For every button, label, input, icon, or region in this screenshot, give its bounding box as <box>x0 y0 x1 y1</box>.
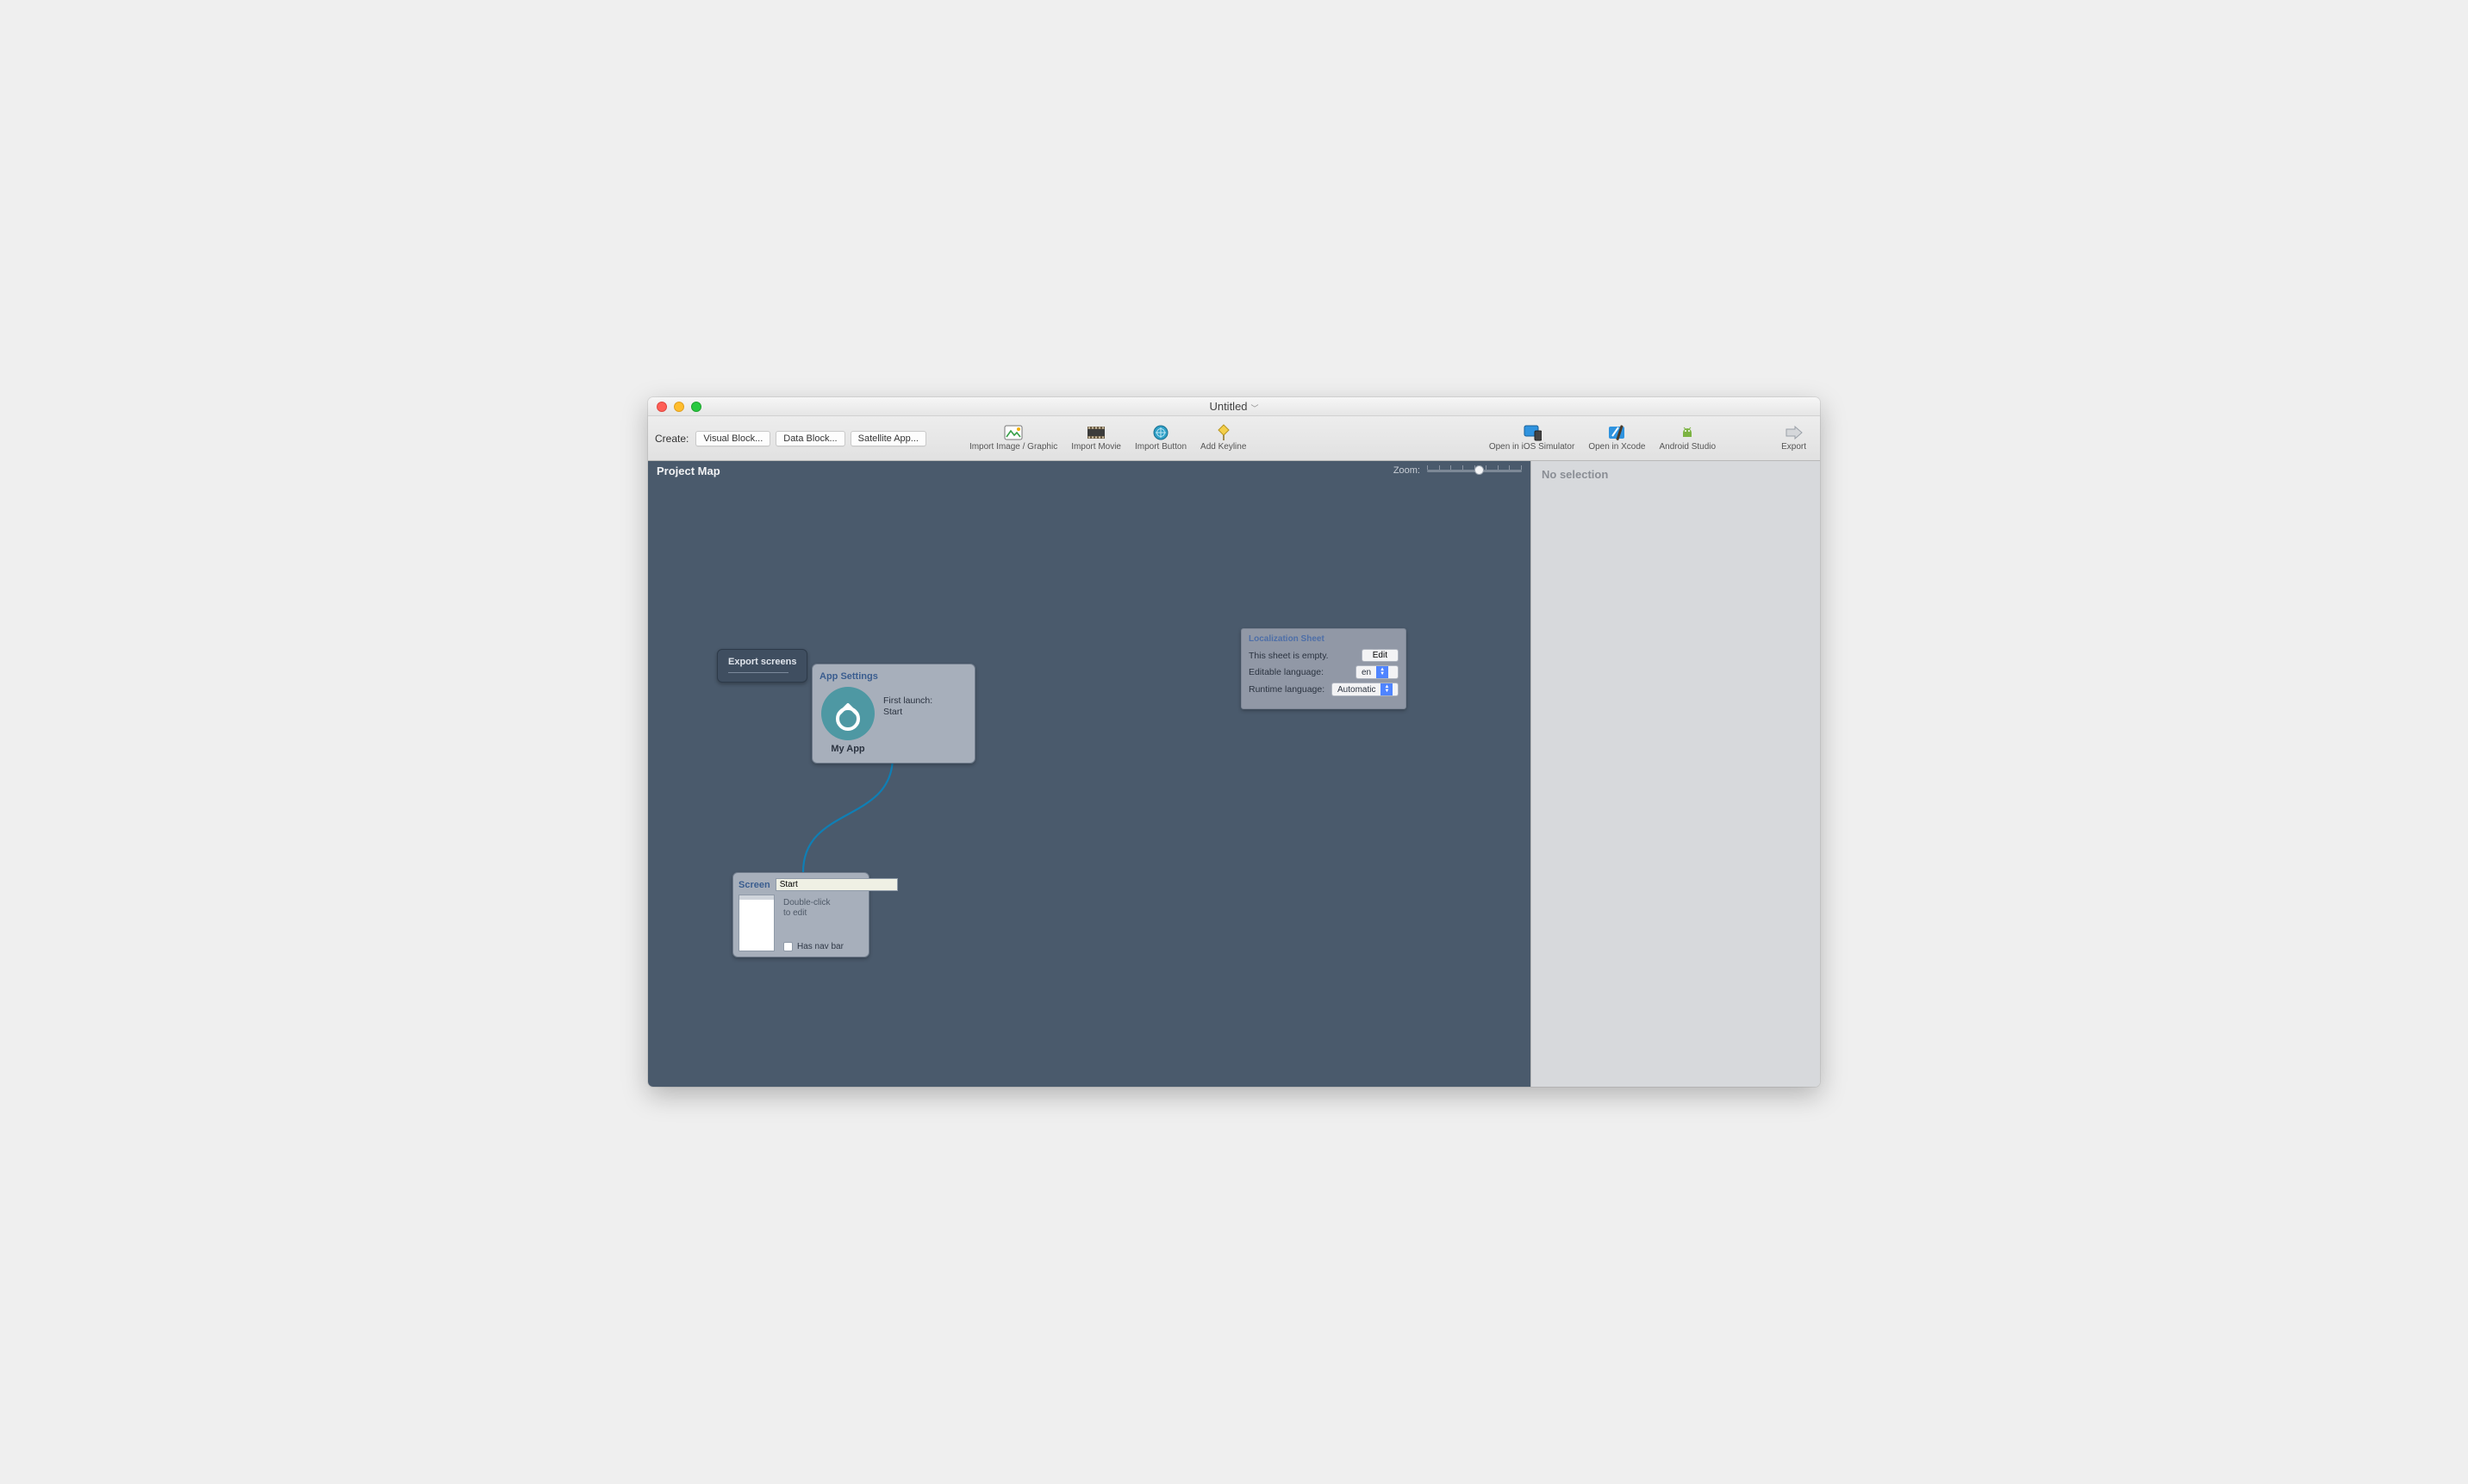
import-movie-button[interactable]: Import Movie <box>1068 425 1125 452</box>
button-icon <box>1151 425 1170 440</box>
app-first-launch: First launch: Start <box>883 695 932 718</box>
open-xcode-label: Open in Xcode <box>1588 442 1645 452</box>
zoom-thumb[interactable] <box>1474 465 1484 475</box>
export-screens-node[interactable]: Export screens <box>717 649 807 683</box>
screen-thumbnail[interactable] <box>739 895 775 951</box>
zoom-slider[interactable] <box>1427 470 1522 472</box>
export-label: Export <box>1781 442 1806 452</box>
toolbar: Create: Visual Block... Data Block... Sa… <box>648 416 1820 461</box>
editable-language-select[interactable]: en ▲▼ <box>1356 665 1399 679</box>
titlebar: Untitled ﹀ <box>648 397 1820 416</box>
app-name: My App <box>831 744 864 754</box>
zoom-control: Zoom: <box>1393 465 1522 476</box>
keyline-icon <box>1214 425 1233 440</box>
localization-edit-button[interactable]: Edit <box>1362 649 1399 662</box>
screen-title: Screen <box>739 880 770 890</box>
import-button-button[interactable]: Import Button <box>1131 425 1190 452</box>
window-title-text: Untitled <box>1209 400 1247 413</box>
chevron-down-icon: ﹀ <box>1251 402 1259 414</box>
runtime-language-label: Runtime language: <box>1249 684 1324 695</box>
runtime-language-value: Automatic <box>1332 685 1380 695</box>
inspector-panel: No selection <box>1530 461 1820 1087</box>
app-settings-title: App Settings <box>820 671 968 682</box>
open-ios-simulator-button[interactable]: Open in iOS Simulator <box>1486 425 1579 452</box>
create-satellite-app-button[interactable]: Satellite App... <box>851 431 926 446</box>
open-ios-simulator-label: Open in iOS Simulator <box>1489 442 1575 452</box>
project-map-canvas[interactable]: Project Map Zoom: Export screens <box>648 461 1530 1087</box>
app-settings-node[interactable]: App Settings My App First launch: Start <box>812 664 975 764</box>
android-icon <box>1678 425 1697 440</box>
select-stepper-icon: ▲▼ <box>1376 666 1388 678</box>
screen-node[interactable]: Screen Double-click to edit Has nav bar <box>732 872 869 957</box>
import-tools-group: Import Image / Graphic Import Movie Impo… <box>966 425 1250 452</box>
editable-language-label: Editable language: <box>1249 667 1324 677</box>
screen-hint: Double-click to edit <box>783 895 844 919</box>
first-launch-label: First launch: <box>883 695 932 706</box>
runtime-language-select[interactable]: Automatic ▲▼ <box>1331 683 1399 696</box>
create-label: Create: <box>655 433 689 445</box>
localization-title: Localization Sheet <box>1249 634 1399 644</box>
import-movie-label: Import Movie <box>1071 442 1121 452</box>
export-screens-label: Export screens <box>728 657 796 667</box>
xcode-icon <box>1607 425 1626 440</box>
select-stepper-icon: ▲▼ <box>1380 683 1393 695</box>
has-nav-bar-checkbox[interactable]: Has nav bar <box>783 942 844 951</box>
create-visual-block-button[interactable]: Visual Block... <box>695 431 770 446</box>
window-title[interactable]: Untitled ﹀ <box>648 400 1820 413</box>
first-launch-value: Start <box>883 707 902 717</box>
localization-empty-msg: This sheet is empty. <box>1249 651 1329 661</box>
editable-language-value: en <box>1356 668 1376 677</box>
android-studio-button[interactable]: Android Studio <box>1655 425 1719 452</box>
film-icon <box>1087 425 1106 440</box>
screen-name-field[interactable] <box>776 878 898 891</box>
open-xcode-button[interactable]: Open in Xcode <box>1585 425 1648 452</box>
app-window: Untitled ﹀ Create: Visual Block... Data … <box>648 397 1820 1087</box>
has-nav-bar-label: Has nav bar <box>797 942 844 951</box>
export-button[interactable]: Export <box>1778 425 1810 452</box>
import-image-button[interactable]: Import Image / Graphic <box>966 425 1061 452</box>
canvas-title: Project Map <box>657 465 720 477</box>
create-data-block-button[interactable]: Data Block... <box>776 431 844 446</box>
add-keyline-label: Add Keyline <box>1200 442 1246 452</box>
import-button-label: Import Button <box>1135 442 1187 452</box>
image-icon <box>1004 425 1023 440</box>
export-arrow-icon <box>1785 425 1804 440</box>
import-image-label: Import Image / Graphic <box>969 442 1057 452</box>
localization-sheet-node[interactable]: Localization Sheet This sheet is empty. … <box>1241 628 1406 709</box>
add-keyline-button[interactable]: Add Keyline <box>1197 425 1250 452</box>
ios-simulator-icon <box>1523 425 1542 440</box>
inspector-placeholder: No selection <box>1542 468 1810 481</box>
android-studio-label: Android Studio <box>1659 442 1716 452</box>
zoom-label: Zoom: <box>1393 465 1420 476</box>
right-tools-group: Open in iOS Simulator Open in Xcode Andr… <box>1486 425 1810 452</box>
app-icon <box>821 687 875 740</box>
body: Project Map Zoom: Export screens <box>648 461 1820 1087</box>
connection-line <box>648 461 1530 1087</box>
checkbox-icon <box>783 942 793 951</box>
canvas-header: Project Map Zoom: <box>648 461 1530 480</box>
